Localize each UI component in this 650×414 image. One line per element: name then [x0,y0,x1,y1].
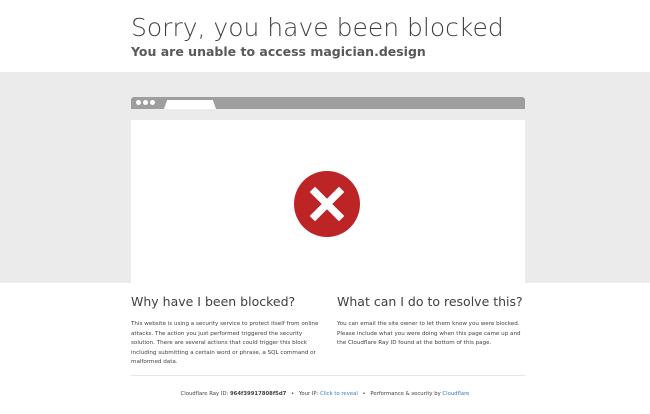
browser-tab-illustration [164,100,216,109]
resolve-heading: What can I do to resolve this? [337,294,523,309]
resolve-section: What can I do to resolve this? You can e… [337,292,525,349]
why-blocked-section: Why have I been blocked? This website is… [131,292,319,368]
footer-divider [131,375,525,376]
why-blocked-text: This website is using a security service… [131,321,319,366]
page-header: Sorry, you have been blocked You are una… [0,0,650,72]
footer: Cloudflare Ray ID: 964f39917808f5d7 • Yo… [0,389,650,399]
why-blocked-heading: Why have I been blocked? [131,294,296,309]
page-title: Sorry, you have been blocked [131,13,504,42]
window-dot-icon [150,100,155,105]
reveal-ip-link[interactable]: Click to reveal [320,391,358,397]
browser-illustration-body [131,120,525,283]
window-dot-icon [143,100,148,105]
performance-label: Performance & security by [370,391,441,397]
window-dot-icon [136,100,141,105]
footer-separator: • [362,391,366,397]
page-subtitle: You are unable to access magician.design [131,44,426,59]
resolve-text: You can email the site owner to let them… [337,321,521,347]
footer-separator: • [291,391,295,397]
ray-id-value: 964f39917808f5d7 [230,391,287,397]
cloudflare-link[interactable]: Cloudflare [442,391,469,397]
ip-label: Your IP: [298,391,319,397]
browser-illustration-bar [131,97,525,109]
error-x-icon [294,171,360,237]
ray-id-label: Cloudflare Ray ID: [180,391,229,397]
